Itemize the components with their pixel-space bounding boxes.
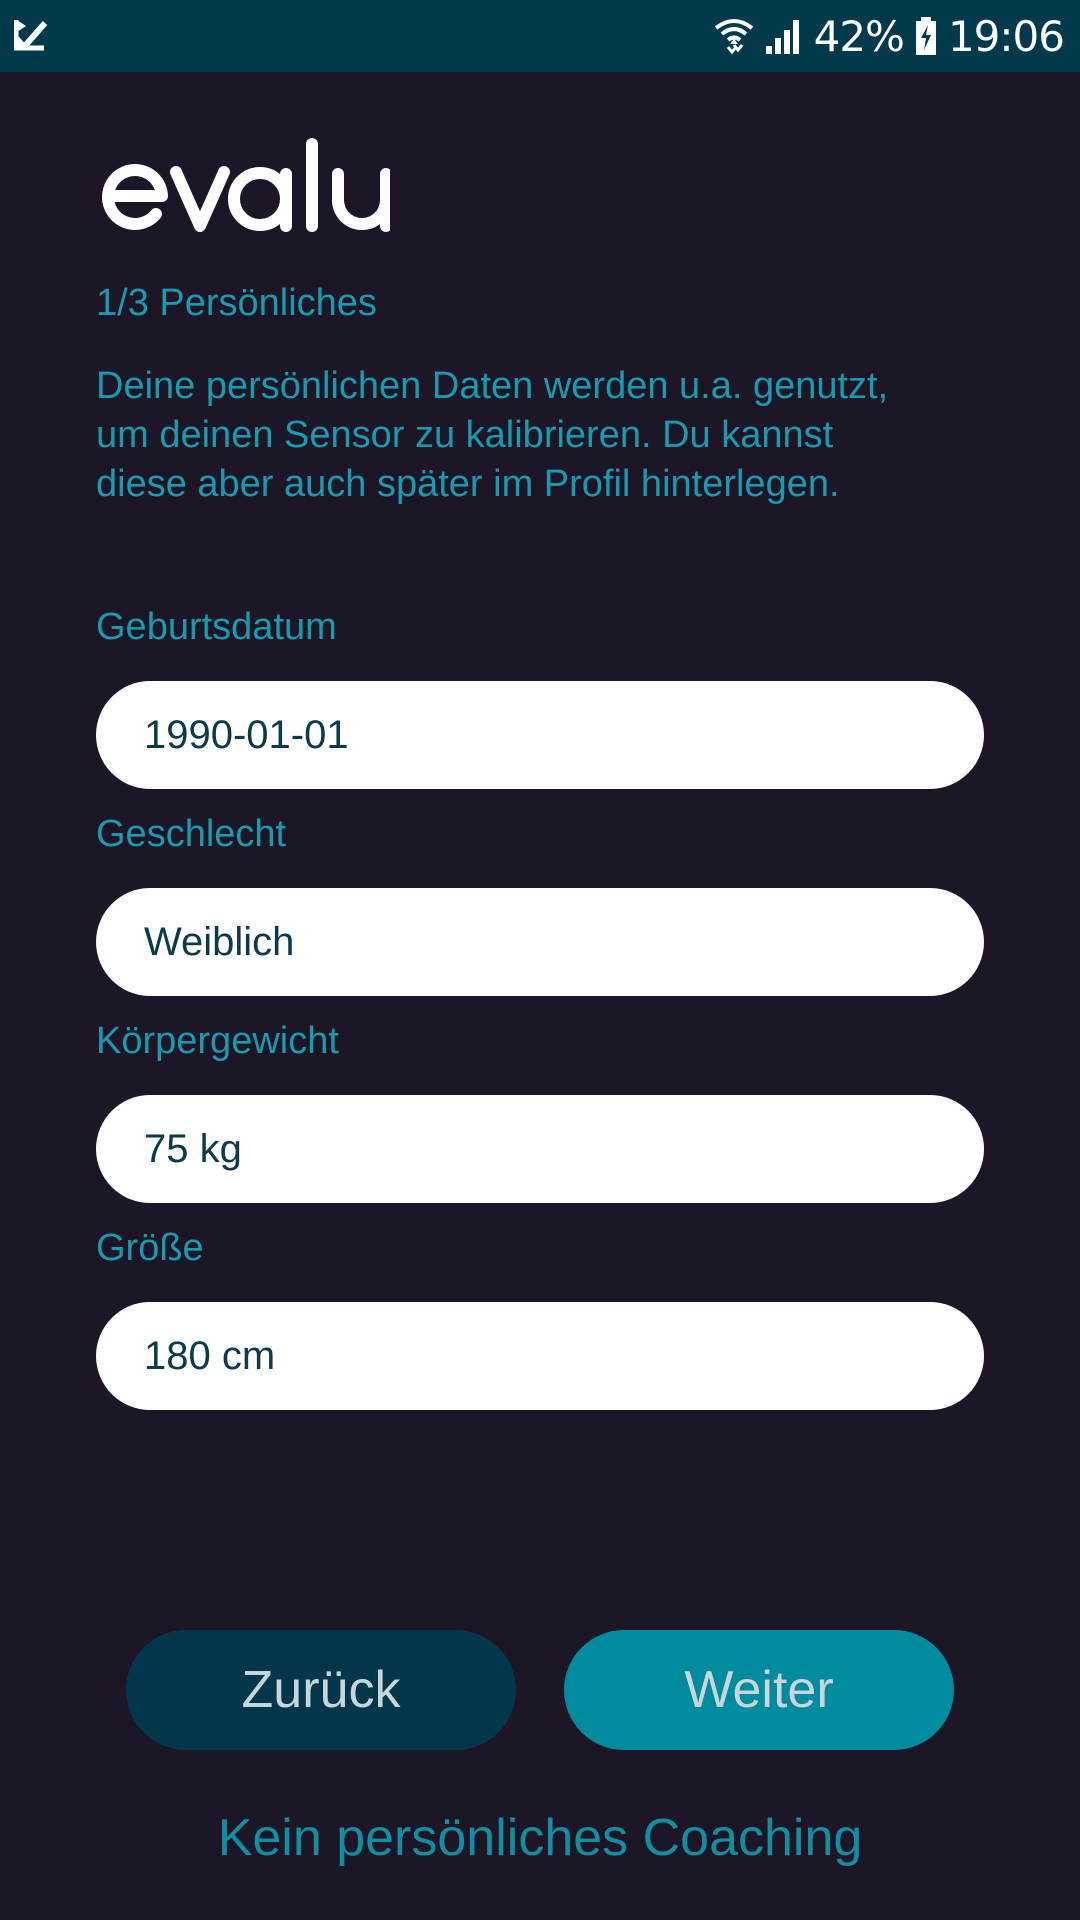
status-bar: 42% 19:06 (0, 0, 1080, 72)
onboarding-screen: 42% 19:06 1/3 Persönliches Deine persönl… (0, 0, 1080, 1920)
step-title: 1/3 Persönliches (96, 282, 377, 324)
checkmark-notification-icon (14, 20, 48, 51)
intro-text: Deine persönlichen Daten werden u.a. gen… (96, 362, 996, 509)
intro-line: um deinen Sensor zu kalibrieren. Du kann… (96, 414, 834, 456)
evalu-logo (102, 138, 390, 232)
height-value: 180 cm (144, 1333, 276, 1378)
height-field[interactable]: 180 cm (96, 1302, 984, 1410)
gender-field[interactable]: Weiblich (96, 888, 984, 996)
wifi-icon (714, 19, 753, 55)
status-time: 19:06 (947, 11, 1065, 61)
next-button[interactable]: Weiter (564, 1630, 954, 1750)
signal-icon (765, 20, 799, 54)
intro-line: Deine persönlichen Daten werden u.a. gen… (96, 365, 889, 407)
gender-label: Geschlecht (96, 813, 287, 855)
birthdate-field[interactable]: 1990-01-01 (96, 681, 984, 789)
birthdate-label: Geburtsdatum (96, 606, 337, 648)
intro-line: diese aber auch später im Profil hinterl… (96, 463, 840, 505)
battery-charging-icon (915, 17, 936, 55)
weight-field[interactable]: 75 kg (96, 1095, 984, 1203)
height-label: Größe (96, 1227, 204, 1269)
no-coaching-link[interactable]: Kein persönliches Coaching (0, 1808, 1080, 1868)
weight-value: 75 kg (144, 1126, 242, 1171)
birthdate-value: 1990-01-01 (144, 712, 349, 757)
battery-percentage: 42% (813, 11, 905, 61)
status-indicators: 42% 19:06 (714, 0, 1065, 72)
weight-label: Körpergewicht (96, 1020, 339, 1062)
back-button[interactable]: Zurück (126, 1630, 516, 1750)
gender-value: Weiblich (144, 919, 295, 964)
